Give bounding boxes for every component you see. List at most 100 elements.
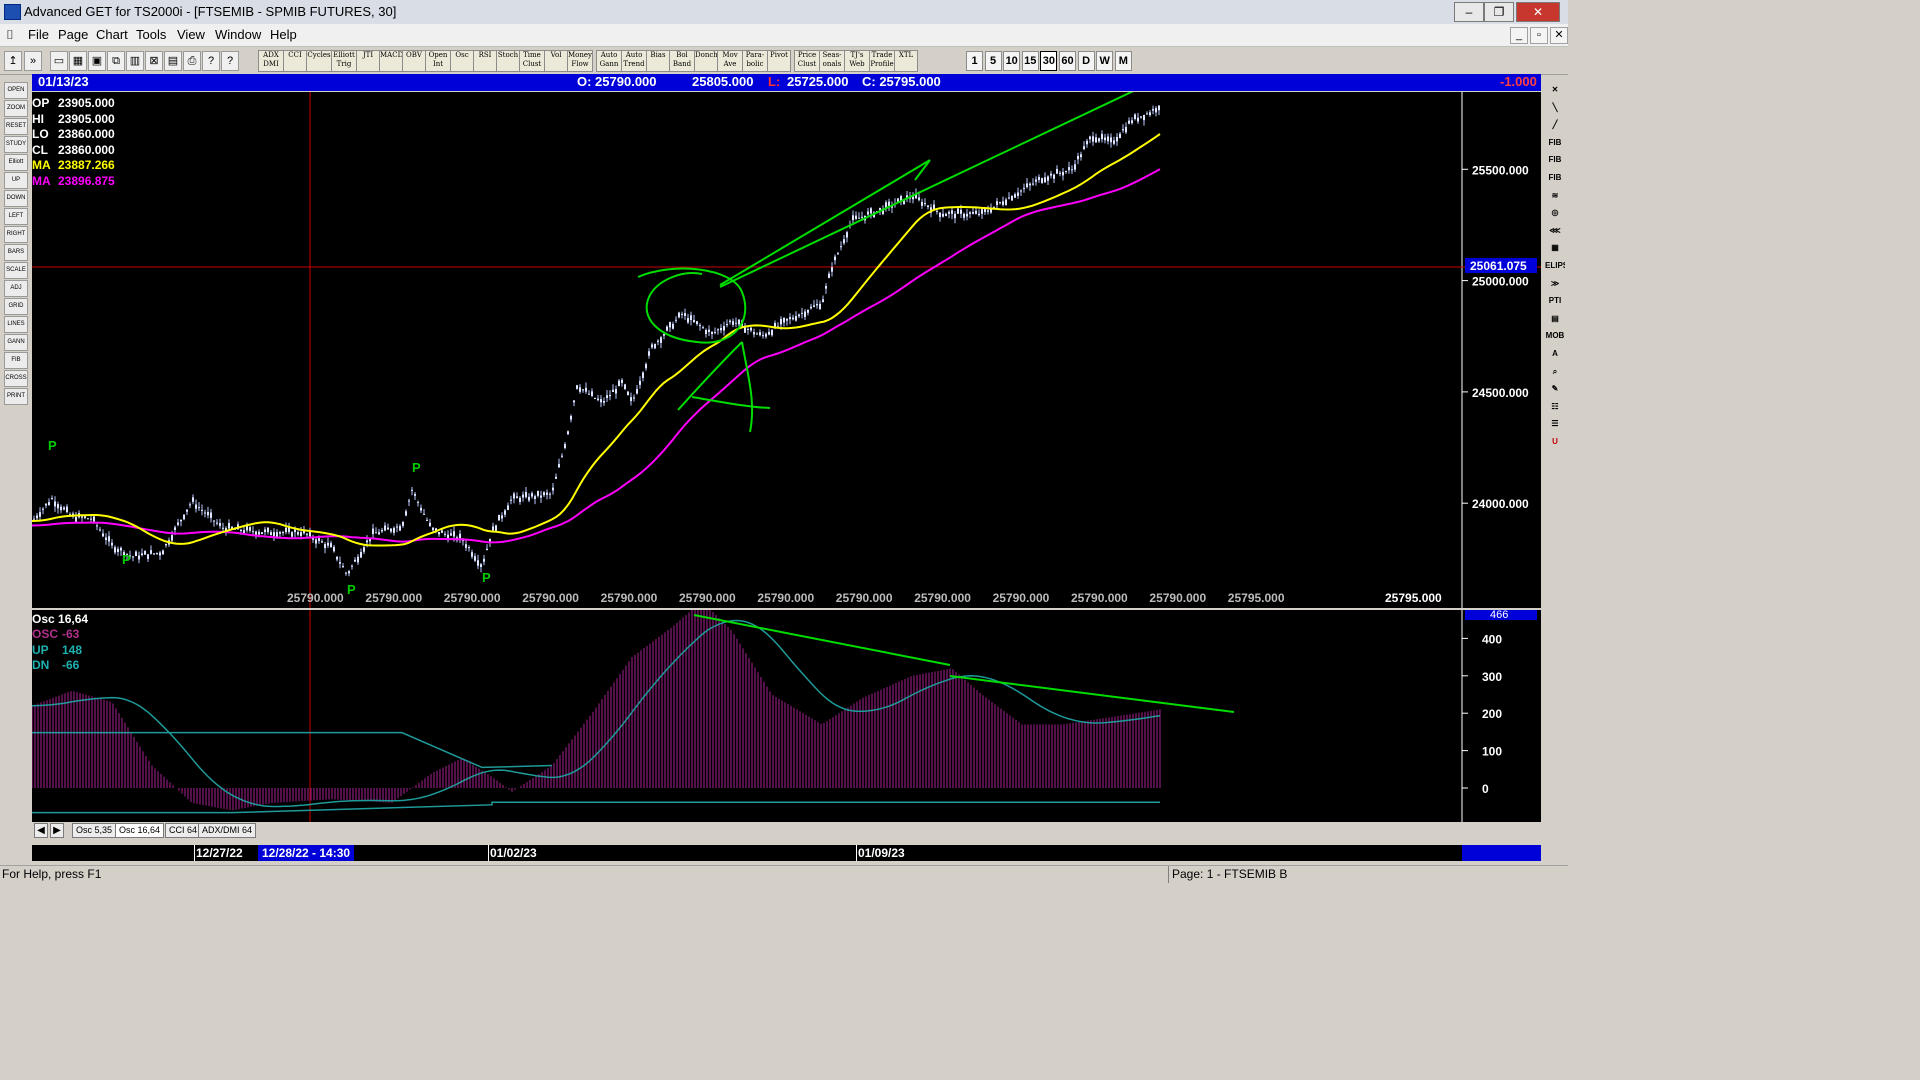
study-button-26[interactable]: XTL bbox=[894, 50, 918, 72]
price-chart[interactable]: 25061.075 25500.000 25000.000 24500.000 240… bbox=[32, 92, 1541, 608]
right-tool-15[interactable]: A bbox=[1545, 346, 1565, 361]
right-tool-20[interactable]: U bbox=[1545, 434, 1565, 449]
period-button-D[interactable]: D bbox=[1077, 51, 1095, 71]
period-button-W[interactable]: W bbox=[1096, 51, 1114, 71]
mdi-minimize-button[interactable]: _ bbox=[1510, 27, 1528, 44]
tab-osc-5-35[interactable]: Osc 5,35 bbox=[72, 823, 117, 838]
menu-window[interactable]: Window bbox=[215, 27, 261, 42]
right-tool-10[interactable]: ELIPS bbox=[1545, 258, 1565, 273]
study-button-14[interactable]: Auto Gann bbox=[596, 50, 622, 72]
tab-osc-16-64[interactable]: Osc 16,64 bbox=[115, 823, 165, 838]
left-tool-cross[interactable]: CROSS bbox=[4, 370, 28, 387]
study-button-24[interactable]: TJ's Web bbox=[844, 50, 870, 72]
left-tool-grid[interactable]: GRID bbox=[4, 298, 28, 315]
right-tool-2[interactable]: ╱ bbox=[1545, 117, 1565, 132]
right-tool-9[interactable]: ▦ bbox=[1545, 240, 1565, 255]
tab-cci-64[interactable]: CCI 64 bbox=[165, 823, 202, 838]
tab-scroll-left-icon[interactable]: ◀ bbox=[34, 823, 48, 838]
study-button-22[interactable]: Price Clust bbox=[794, 50, 820, 72]
minimize-button[interactable]: – bbox=[1454, 2, 1484, 22]
toolbar-tool-icon[interactable]: ▣ bbox=[88, 51, 106, 71]
left-tool-open[interactable]: OPEN bbox=[4, 82, 28, 99]
study-button-13[interactable]: Money Flow bbox=[567, 50, 593, 72]
left-tool-gann[interactable]: GANN bbox=[4, 334, 28, 351]
study-button-10[interactable]: Stoch bbox=[496, 50, 520, 72]
right-tool-13[interactable]: ▤ bbox=[1545, 311, 1565, 326]
toolbar-tool-icon[interactable]: ▭ bbox=[50, 51, 68, 71]
toolbar-tool-icon[interactable]: ↥ bbox=[4, 51, 22, 71]
left-tool-down[interactable]: DOWN bbox=[4, 190, 28, 207]
mdi-restore-button[interactable]: ▫ bbox=[1530, 27, 1548, 44]
left-tool-lines[interactable]: LINES bbox=[4, 316, 28, 333]
left-tool-scale[interactable]: SCALE bbox=[4, 262, 28, 279]
right-tool-17[interactable]: ✎ bbox=[1545, 381, 1565, 396]
left-tool-left[interactable]: LEFT bbox=[4, 208, 28, 225]
right-tool-1[interactable]: ╲ bbox=[1545, 100, 1565, 115]
study-button-7[interactable]: Open Int bbox=[425, 50, 451, 72]
toolbar-tool-icon[interactable]: » bbox=[24, 51, 42, 71]
left-tool-right[interactable]: RIGHT bbox=[4, 226, 28, 243]
study-button-1[interactable]: CCI bbox=[283, 50, 307, 72]
menu-tools[interactable]: Tools bbox=[136, 27, 166, 42]
tab-scroll-right-icon[interactable]: ▶ bbox=[50, 823, 64, 838]
study-button-17[interactable]: Bol Band bbox=[669, 50, 695, 72]
right-tool-4[interactable]: FIB EXT bbox=[1545, 152, 1565, 167]
left-tool-adj[interactable]: ADJ bbox=[4, 280, 28, 297]
study-button-3[interactable]: Elliott Trig bbox=[331, 50, 357, 72]
menu-view[interactable]: View bbox=[177, 27, 205, 42]
right-tool-7[interactable]: ◎ bbox=[1545, 205, 1565, 220]
left-tool-fib[interactable]: FIB bbox=[4, 352, 28, 369]
study-button-9[interactable]: RSI bbox=[473, 50, 497, 72]
study-button-23[interactable]: Seas-onals bbox=[819, 50, 845, 72]
study-button-8[interactable]: Osc bbox=[450, 50, 474, 72]
study-button-5[interactable]: MACD bbox=[379, 50, 403, 72]
left-tool-print[interactable]: PRINT bbox=[4, 388, 28, 405]
menu-page[interactable]: Page bbox=[58, 27, 88, 42]
study-button-4[interactable]: JTI bbox=[356, 50, 380, 72]
period-button-1[interactable]: 1 bbox=[966, 51, 983, 71]
right-tool-14[interactable]: MOB bbox=[1545, 328, 1565, 343]
study-button-12[interactable]: Vol bbox=[544, 50, 568, 72]
study-button-20[interactable]: Para-bolic bbox=[742, 50, 768, 72]
left-tool-zoom[interactable]: ZOOM bbox=[4, 100, 28, 117]
period-button-M[interactable]: M bbox=[1114, 51, 1132, 71]
study-button-16[interactable]: Bias bbox=[646, 50, 670, 72]
maximize-button[interactable]: ❐ bbox=[1484, 2, 1514, 22]
study-button-11[interactable]: Time Clust bbox=[519, 50, 545, 72]
period-button-10[interactable]: 10 bbox=[1003, 51, 1021, 71]
left-tool-bars[interactable]: BARS bbox=[4, 244, 28, 261]
study-button-15[interactable]: Auto Trend bbox=[621, 50, 647, 72]
toolbar-tool-icon[interactable]: ▥ bbox=[126, 51, 144, 71]
study-button-0[interactable]: ADX DMI bbox=[258, 50, 284, 72]
toolbar-tool-icon[interactable]: ▦ bbox=[69, 51, 87, 71]
tab-adx-dmi-64[interactable]: ADX/DMI 64 bbox=[198, 823, 257, 838]
right-tool-19[interactable]: ☰ bbox=[1545, 416, 1565, 431]
left-tool-elliott[interactable]: Elliott bbox=[4, 154, 28, 171]
toolbar-tool-icon[interactable]: ⊠ bbox=[145, 51, 163, 71]
left-tool-study[interactable]: STUDY bbox=[4, 136, 28, 153]
close-button[interactable]: ✕ bbox=[1516, 2, 1560, 22]
toolbar-tool-icon[interactable]: ▤ bbox=[164, 51, 182, 71]
right-tool-6[interactable]: ≋ bbox=[1545, 188, 1565, 203]
toolbar-tool-icon[interactable]: ? bbox=[202, 51, 220, 71]
right-tool-3[interactable]: FIB RET bbox=[1545, 135, 1565, 150]
right-tool-11[interactable]: ≫ bbox=[1545, 276, 1565, 291]
right-tool-18[interactable]: ☷ bbox=[1545, 399, 1565, 414]
study-button-2[interactable]: Cycles bbox=[306, 50, 332, 72]
period-button-60[interactable]: 60 bbox=[1059, 51, 1076, 71]
right-tool-0[interactable]: ✕ bbox=[1545, 82, 1565, 97]
right-tool-12[interactable]: PTI bbox=[1545, 293, 1565, 308]
menu-help[interactable]: Help bbox=[270, 27, 297, 42]
right-tool-5[interactable]: FIB TIME bbox=[1545, 170, 1565, 185]
left-tool-reset[interactable]: RESET bbox=[4, 118, 28, 135]
period-button-5[interactable]: 5 bbox=[984, 51, 1002, 71]
menu-file[interactable]: File bbox=[28, 27, 49, 42]
right-tool-8[interactable]: ⋘ bbox=[1545, 223, 1565, 238]
toolbar-tool-icon[interactable]: ? bbox=[221, 51, 239, 71]
toolbar-tool-icon[interactable]: ⎙ bbox=[183, 51, 201, 71]
study-button-6[interactable]: OBV bbox=[402, 50, 426, 72]
study-button-18[interactable]: Donch bbox=[694, 50, 718, 72]
study-button-25[interactable]: Trade Profile bbox=[869, 50, 895, 72]
study-button-19[interactable]: Mov Ave bbox=[717, 50, 743, 72]
toolbar-tool-icon[interactable]: ⧉ bbox=[107, 51, 125, 71]
